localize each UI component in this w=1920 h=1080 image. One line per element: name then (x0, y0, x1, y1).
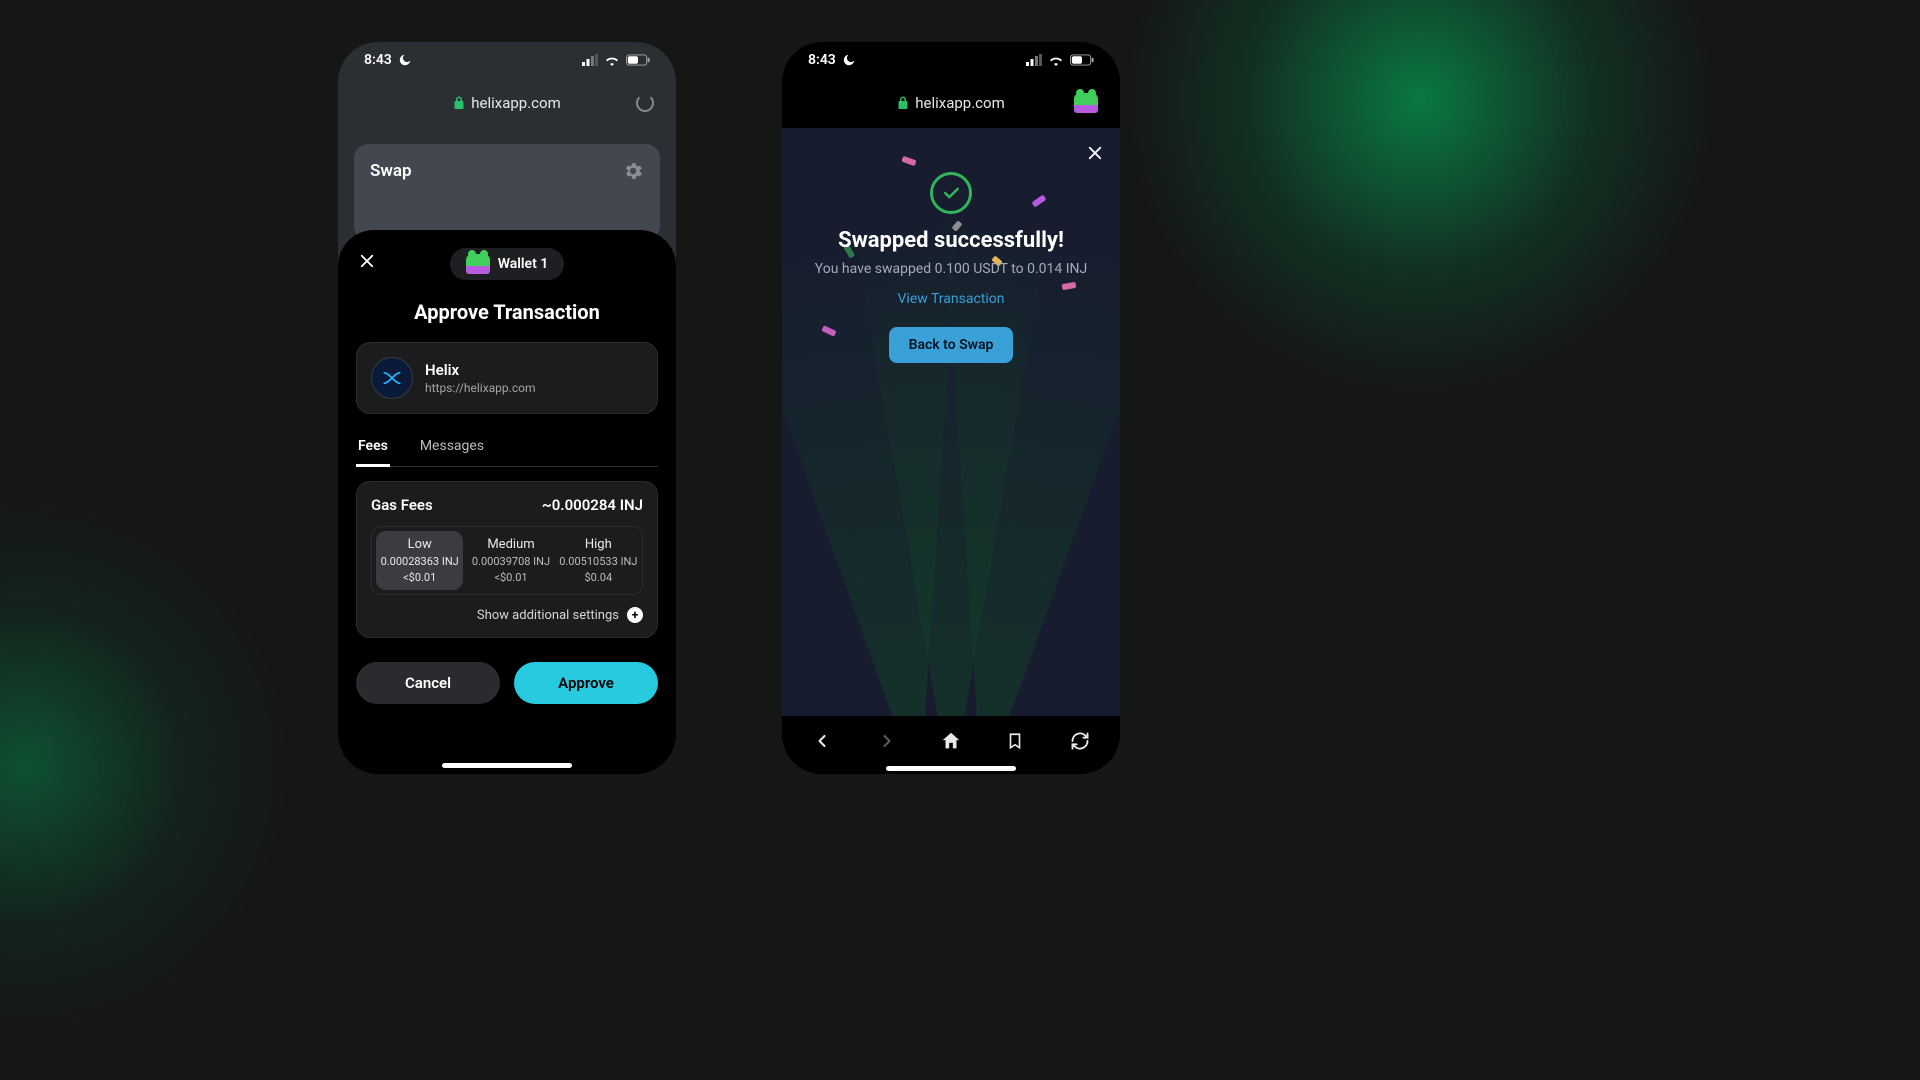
show-additional-settings[interactable]: Show additional settings + (371, 607, 643, 623)
nav-reload-button[interactable] (1060, 721, 1100, 761)
confetti-piece (901, 156, 916, 166)
fee-option-low[interactable]: Low 0.00028363 INJ <$0.01 (376, 531, 463, 590)
fee-label: High (559, 537, 638, 552)
nav-home-button[interactable] (931, 721, 971, 761)
url-text: helixapp.com (471, 94, 560, 112)
wifi-icon (604, 54, 620, 66)
phone-approve-transaction: 8:43 helixapp.com Swap (338, 42, 676, 774)
swap-card: Swap (354, 144, 660, 240)
close-button[interactable] (1086, 144, 1104, 162)
wallet-frog-icon[interactable] (1074, 93, 1098, 113)
phone-swap-success: 8:43 helixapp.com (782, 42, 1120, 774)
fee-usd: $0.04 (559, 571, 638, 584)
lock-icon (453, 96, 465, 110)
success-subtitle: You have swapped 0.100 USDT to 0.014 INJ (782, 261, 1120, 277)
battery-icon (626, 54, 650, 66)
fee-label: Low (380, 537, 459, 552)
close-sheet-button[interactable] (358, 252, 376, 270)
approve-sheet: Wallet 1 Approve Transaction Helix https… (338, 230, 676, 774)
status-time: 8:43 (364, 52, 392, 68)
tab-fees[interactable]: Fees (356, 428, 390, 467)
app-area: Swapped successfully! You have swapped 0… (782, 128, 1120, 716)
settings-label: Show additional settings (477, 608, 619, 623)
fee-option-medium[interactable]: Medium 0.00039708 INJ <$0.01 (467, 527, 554, 594)
fee-label: Medium (471, 537, 550, 552)
wallet-frog-icon (466, 254, 490, 274)
fee-options: Low 0.00028363 INJ <$0.01 Medium 0.00039… (371, 526, 643, 595)
signal-icon (1026, 54, 1042, 66)
signal-icon (582, 54, 598, 66)
nav-back-button[interactable] (802, 721, 842, 761)
gas-heading: Gas Fees (371, 496, 433, 514)
url-bar[interactable]: helixapp.com (782, 78, 1120, 128)
nav-forward-button (867, 721, 907, 761)
tab-messages[interactable]: Messages (418, 428, 486, 466)
success-title: Swapped successfully! (782, 228, 1120, 253)
success-block: Swapped successfully! You have swapped 0… (782, 172, 1120, 363)
gear-icon[interactable] (622, 160, 644, 182)
back-to-swap-button[interactable]: Back to Swap (889, 327, 1014, 363)
wifi-icon (1048, 54, 1064, 66)
approve-button[interactable]: Approve (514, 662, 658, 704)
fee-option-high[interactable]: High 0.00510533 INJ $0.04 (555, 527, 642, 594)
requesting-app-card: Helix https://helixapp.com (356, 342, 658, 414)
moon-icon (842, 53, 856, 67)
fee-amount: 0.00510533 INJ (559, 555, 637, 568)
battery-icon (1070, 54, 1094, 66)
status-bar: 8:43 (782, 42, 1120, 78)
view-transaction-link[interactable]: View Transaction (898, 291, 1005, 307)
app-name: Helix (425, 361, 535, 379)
fee-amount: 0.00028363 INJ (381, 555, 459, 568)
url-bar[interactable]: helixapp.com (338, 78, 676, 128)
url-text: helixapp.com (915, 94, 1004, 112)
helix-app-icon (371, 357, 413, 399)
fee-amount: 0.00039708 INJ (472, 555, 550, 568)
gas-card: Gas Fees ~0.000284 INJ Low 0.00028363 IN… (356, 481, 658, 638)
loading-spinner-icon (636, 94, 654, 112)
plus-circle-icon: + (627, 607, 643, 623)
sheet-title: Approve Transaction (356, 300, 658, 324)
app-url: https://helixapp.com (425, 381, 535, 395)
sheet-actions: Cancel Approve (356, 662, 658, 704)
home-indicator[interactable] (886, 766, 1016, 771)
fee-usd: <$0.01 (380, 571, 459, 584)
lock-icon (897, 96, 909, 110)
gas-estimate: ~0.000284 INJ (542, 496, 643, 514)
status-bar: 8:43 (338, 42, 676, 78)
background-glow-bottom-left (0, 491, 300, 1041)
nav-bookmark-button[interactable] (995, 721, 1035, 761)
home-indicator[interactable] (442, 763, 572, 768)
check-circle-icon (930, 172, 972, 214)
sheet-tabs: Fees Messages (356, 428, 658, 467)
cancel-button[interactable]: Cancel (356, 662, 500, 704)
wallet-name: Wallet 1 (498, 256, 549, 272)
browser-navbar (782, 716, 1120, 774)
fee-usd: <$0.01 (471, 571, 550, 584)
wallet-selector[interactable]: Wallet 1 (450, 248, 565, 280)
status-time: 8:43 (808, 52, 836, 68)
moon-icon (398, 53, 412, 67)
swap-heading: Swap (370, 161, 412, 181)
background-glow-top-right (1120, 0, 1720, 400)
